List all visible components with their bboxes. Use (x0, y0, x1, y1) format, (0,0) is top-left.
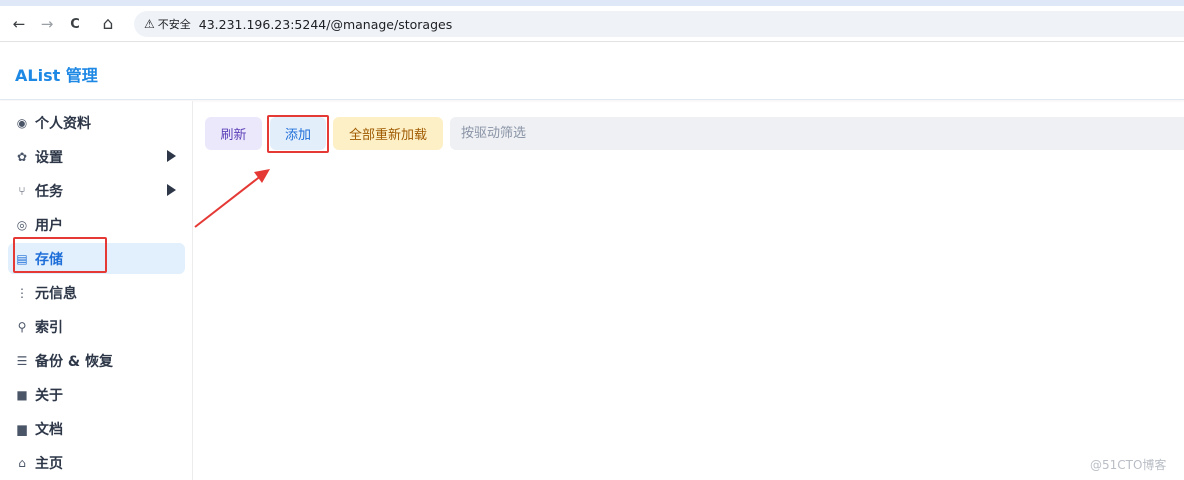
forward-icon[interactable]: → (36, 13, 58, 35)
sidebar-item-users[interactable]: ◎ 用户 (8, 209, 185, 240)
sidebar-item-home[interactable]: ⌂ 主页 (8, 447, 185, 478)
app-title[interactable]: AList 管理 (15, 62, 98, 86)
sidebar-item-label: 备份 & 恢复 (35, 353, 113, 370)
url-text[interactable]: 43.231.196.23:5244/@manage/storages (199, 17, 452, 32)
sidebar-item-indexes[interactable]: ⚲ 索引 (8, 311, 185, 342)
add-button[interactable]: 添加 (270, 117, 326, 150)
reload-icon[interactable]: C (64, 13, 86, 35)
sidebar-item-docs[interactable]: ▆ 文档 (8, 413, 185, 444)
security-indicator[interactable]: ⚠ 不安全 (144, 16, 191, 32)
sidebar-item-label: 存储 (35, 251, 63, 268)
sidebar-item-label: 文档 (35, 421, 63, 438)
sidebar-item-label: 设置 (35, 149, 63, 166)
search-icon: ⚲ (17, 319, 27, 334)
database-icon: ▤ (16, 251, 28, 266)
fingerprint-icon: ◉ (16, 115, 28, 130)
sidebar-item-storages[interactable]: ▤ 存储 (8, 243, 185, 274)
sidebar-item-backup-restore[interactable]: ☰ 备份 & 恢复 (8, 345, 185, 376)
database-stack-icon: ☰ (16, 353, 28, 368)
sidebar: ◉ 个人资料 ✿ 设置 ⑂ 任务 ◎ 用户 ▤ 存储 ⋮ 元信息 ⚲ 索引 ☰ … (0, 101, 193, 480)
sidebar-item-label: 任务 (35, 183, 63, 200)
sidebar-item-label: 索引 (35, 319, 63, 336)
meta-icon: ⋮ (16, 285, 28, 300)
refresh-button[interactable]: 刷新 (205, 117, 262, 150)
reload-all-button[interactable]: 全部重新加载 (333, 117, 443, 150)
security-label: 不安全 (157, 18, 191, 31)
expand-arrow-icon[interactable] (167, 150, 176, 162)
sidebar-item-tasks[interactable]: ⑂ 任务 (8, 175, 185, 206)
sidebar-item-label: 关于 (35, 387, 63, 404)
copy-icon: ■ (16, 387, 28, 402)
workflow-icon: ⑂ (18, 183, 26, 198)
gear-icon: ✿ (16, 149, 28, 164)
app-header: AList 管理 (0, 43, 1184, 100)
back-icon[interactable]: ← (8, 13, 30, 35)
driver-filter-input[interactable] (450, 117, 1184, 150)
user-circle-icon: ◎ (16, 217, 28, 232)
sidebar-item-metas[interactable]: ⋮ 元信息 (8, 277, 185, 308)
sidebar-item-about[interactable]: ■ 关于 (8, 379, 185, 410)
sidebar-item-label: 个人资料 (35, 115, 91, 132)
sidebar-item-label: 元信息 (35, 285, 77, 302)
sidebar-item-profile[interactable]: ◉ 个人资料 (8, 107, 185, 138)
watermark: @51CTO博客 (1090, 458, 1167, 472)
warning-icon: ⚠ (144, 17, 155, 31)
sidebar-item-label: 用户 (35, 217, 63, 234)
sidebar-item-label: 主页 (35, 455, 63, 472)
browser-toolbar: ← → C ⌂ ⚠ 不安全 43.231.196.23:5244/@manage… (0, 6, 1184, 42)
expand-arrow-icon[interactable] (167, 184, 176, 196)
address-bar[interactable]: ⚠ 不安全 43.231.196.23:5244/@manage/storage… (134, 11, 1184, 37)
home-icon[interactable]: ⌂ (97, 13, 119, 35)
sidebar-item-settings[interactable]: ✿ 设置 (8, 141, 185, 172)
home-icon: ⌂ (18, 455, 26, 470)
book-icon: ▆ (17, 421, 27, 436)
